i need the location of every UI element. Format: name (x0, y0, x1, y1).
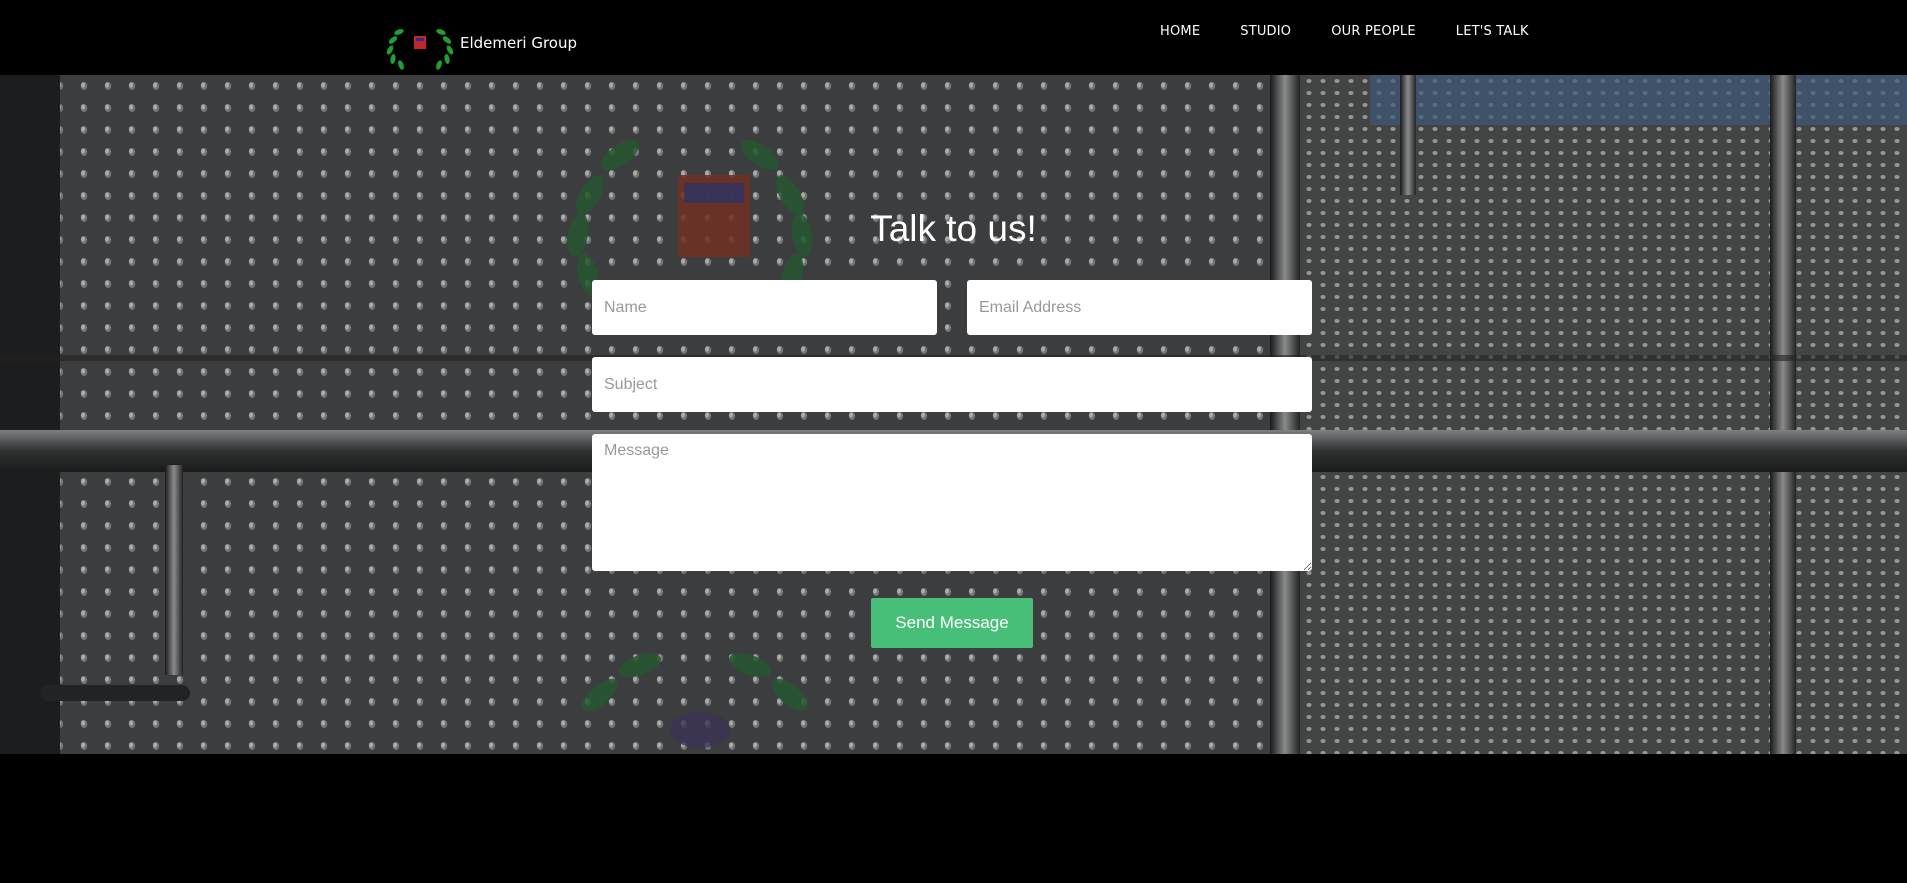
send-message-button[interactable]: Send Message (871, 598, 1033, 648)
email-input[interactable] (967, 280, 1312, 335)
contact-section: Talk to us! Send Message (0, 75, 1907, 754)
photo-overlay (0, 75, 1907, 754)
subject-input[interactable] (592, 357, 1312, 412)
nav-our-people[interactable]: OUR PEOPLE (1331, 24, 1416, 39)
laurel-logo-icon (386, 29, 454, 70)
message-textarea[interactable] (592, 434, 1312, 571)
main-nav: HOME STUDIO OUR PEOPLE LET'S TALK (1160, 24, 1569, 39)
name-input[interactable] (592, 280, 937, 335)
form-title: Talk to us! (870, 207, 1037, 249)
brand-name[interactable]: Eldemeri Group (460, 34, 577, 52)
nav-lets-talk[interactable]: LET'S TALK (1456, 24, 1529, 39)
brand[interactable]: Eldemeri Group (382, 20, 577, 70)
nav-home[interactable]: HOME (1160, 24, 1200, 39)
nav-studio[interactable]: STUDIO (1240, 24, 1291, 39)
top-nav-bar: Eldemeri Group HOME STUDIO OUR PEOPLE LE… (0, 0, 1907, 75)
